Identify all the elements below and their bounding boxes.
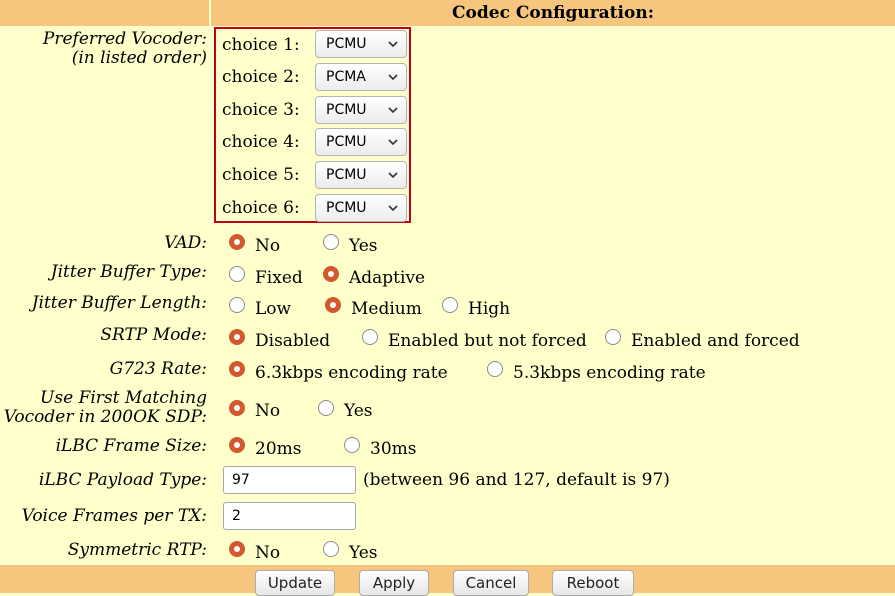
ilbc-frame-30ms-label: 30ms: [370, 439, 417, 459]
ilbc-payload-type-label: iLBC Payload Type:: [38, 470, 207, 490]
choice-4-value: PCMU: [326, 134, 367, 150]
reboot-button[interactable]: Reboot: [552, 570, 634, 596]
vad-label: VAD:: [164, 233, 207, 253]
symmetric-rtp-no-label: No: [255, 543, 281, 563]
ilbc-frame-20ms-radio[interactable]: [229, 437, 245, 453]
symmetric-rtp-yes-label: Yes: [349, 543, 378, 563]
jitter-length-low-radio[interactable]: [229, 297, 245, 313]
ilbc-frame-size-label: iLBC Frame Size:: [55, 436, 207, 456]
choice-3-select[interactable]: PCMU: [315, 96, 407, 124]
preferred-vocoder-label: Preferred Vocoder: (in listed order): [43, 30, 207, 68]
choice-6-value: PCMU: [326, 200, 367, 216]
ilbc-payload-hint: (between 96 and 127, default is 97): [363, 470, 670, 490]
chevron-down-icon: [388, 107, 398, 114]
srtp-enabled-forced-radio[interactable]: [605, 329, 621, 345]
srtp-disabled-label: Disabled: [255, 331, 331, 351]
g723-63-radio[interactable]: [229, 361, 245, 377]
first-match-yes-radio[interactable]: [318, 400, 334, 416]
apply-button[interactable]: Apply: [359, 570, 429, 596]
g723-53-label: 5.3kbps encoding rate: [513, 363, 706, 383]
choice-2-value: PCMA: [326, 69, 366, 85]
chevron-down-icon: [388, 139, 398, 146]
choice-1-label: choice 1:: [222, 35, 300, 55]
symmetric-rtp-yes-radio[interactable]: [323, 541, 339, 557]
srtp-enabled-forced-label: Enabled and forced: [631, 331, 800, 351]
first-match-no-label: No: [255, 401, 281, 421]
choice-5-select[interactable]: PCMU: [315, 161, 407, 189]
button-bar: [0, 565, 895, 593]
ilbc-payload-type-input[interactable]: 97: [223, 466, 356, 494]
srtp-enabled-not-forced-radio[interactable]: [362, 329, 378, 345]
choice-3-label: choice 3:: [222, 100, 300, 120]
jitter-type-label: Jitter Buffer Type:: [50, 262, 207, 282]
choice-1-select[interactable]: PCMU: [315, 30, 407, 58]
first-match-label-line1: Use First Matching: [40, 388, 207, 408]
vad-no-label: No: [255, 236, 281, 256]
section-title: Codec Configuration:: [452, 3, 654, 23]
g723-63-label: 6.3kbps encoding rate: [255, 363, 448, 383]
vad-yes-radio[interactable]: [323, 234, 339, 250]
ilbc-payload-type-value: 97: [232, 472, 250, 488]
voice-frames-value: 2: [232, 508, 241, 524]
jitter-length-medium-radio[interactable]: [325, 297, 341, 313]
choice-6-select[interactable]: PCMU: [315, 194, 407, 222]
choice-4-select[interactable]: PCMU: [315, 128, 407, 156]
srtp-mode-label: SRTP Mode:: [100, 325, 207, 345]
jitter-length-high-radio[interactable]: [442, 297, 458, 313]
chevron-down-icon: [388, 74, 398, 81]
voice-frames-label: Voice Frames per TX:: [21, 506, 207, 526]
choice-6-label: choice 6:: [222, 198, 300, 218]
header-left-cell: [0, 0, 211, 26]
vad-no-radio[interactable]: [229, 234, 245, 250]
ilbc-frame-30ms-radio[interactable]: [344, 437, 360, 453]
preferred-vocoder-label-line2: (in listed order): [71, 48, 207, 68]
jitter-length-medium-label: Medium: [351, 299, 422, 319]
jitter-type-fixed-radio[interactable]: [229, 266, 245, 282]
jitter-length-low-label: Low: [255, 299, 292, 319]
jitter-length-label: Jitter Buffer Length:: [31, 293, 207, 313]
choice-3-value: PCMU: [326, 102, 367, 118]
jitter-type-fixed-label: Fixed: [255, 268, 303, 288]
first-match-no-radio[interactable]: [229, 400, 245, 416]
choice-1-value: PCMU: [326, 36, 367, 52]
voice-frames-input[interactable]: 2: [223, 502, 356, 530]
choice-5-label: choice 5:: [222, 165, 300, 185]
jitter-type-adaptive-radio[interactable]: [323, 266, 339, 282]
first-match-yes-label: Yes: [344, 401, 373, 421]
cancel-button[interactable]: Cancel: [453, 570, 529, 596]
chevron-down-icon: [388, 172, 398, 179]
chevron-down-icon: [388, 41, 398, 48]
first-match-label: Use First Matching Vocoder in 200OK SDP:: [4, 389, 207, 427]
symmetric-rtp-no-radio[interactable]: [229, 541, 245, 557]
section-header: Codec Configuration:: [0, 0, 895, 26]
choice-5-value: PCMU: [326, 167, 367, 183]
first-match-label-line2: Vocoder in 200OK SDP:: [3, 407, 207, 427]
srtp-enabled-not-forced-label: Enabled but not forced: [388, 331, 587, 351]
choice-4-label: choice 4:: [222, 132, 300, 152]
g723-rate-label: G723 Rate:: [109, 359, 207, 379]
jitter-type-adaptive-label: Adaptive: [349, 268, 426, 288]
preferred-vocoder-label-line1: Preferred Vocoder:: [42, 29, 207, 49]
g723-53-radio[interactable]: [487, 361, 503, 377]
ilbc-frame-20ms-label: 20ms: [255, 439, 302, 459]
choice-2-label: choice 2:: [222, 67, 300, 87]
chevron-down-icon: [388, 205, 398, 212]
srtp-disabled-radio[interactable]: [229, 329, 245, 345]
choice-2-select[interactable]: PCMA: [315, 63, 407, 91]
update-button[interactable]: Update: [255, 570, 335, 596]
symmetric-rtp-label: Symmetric RTP:: [67, 540, 207, 560]
vad-yes-label: Yes: [349, 236, 378, 256]
jitter-length-high-label: High: [468, 299, 511, 319]
